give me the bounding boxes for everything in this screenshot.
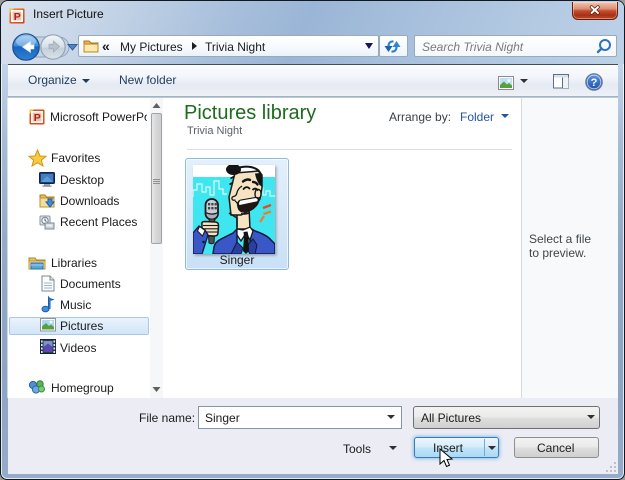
svg-text:P: P — [34, 112, 41, 124]
svg-text:?: ? — [591, 77, 598, 89]
svg-text:P: P — [14, 11, 21, 23]
